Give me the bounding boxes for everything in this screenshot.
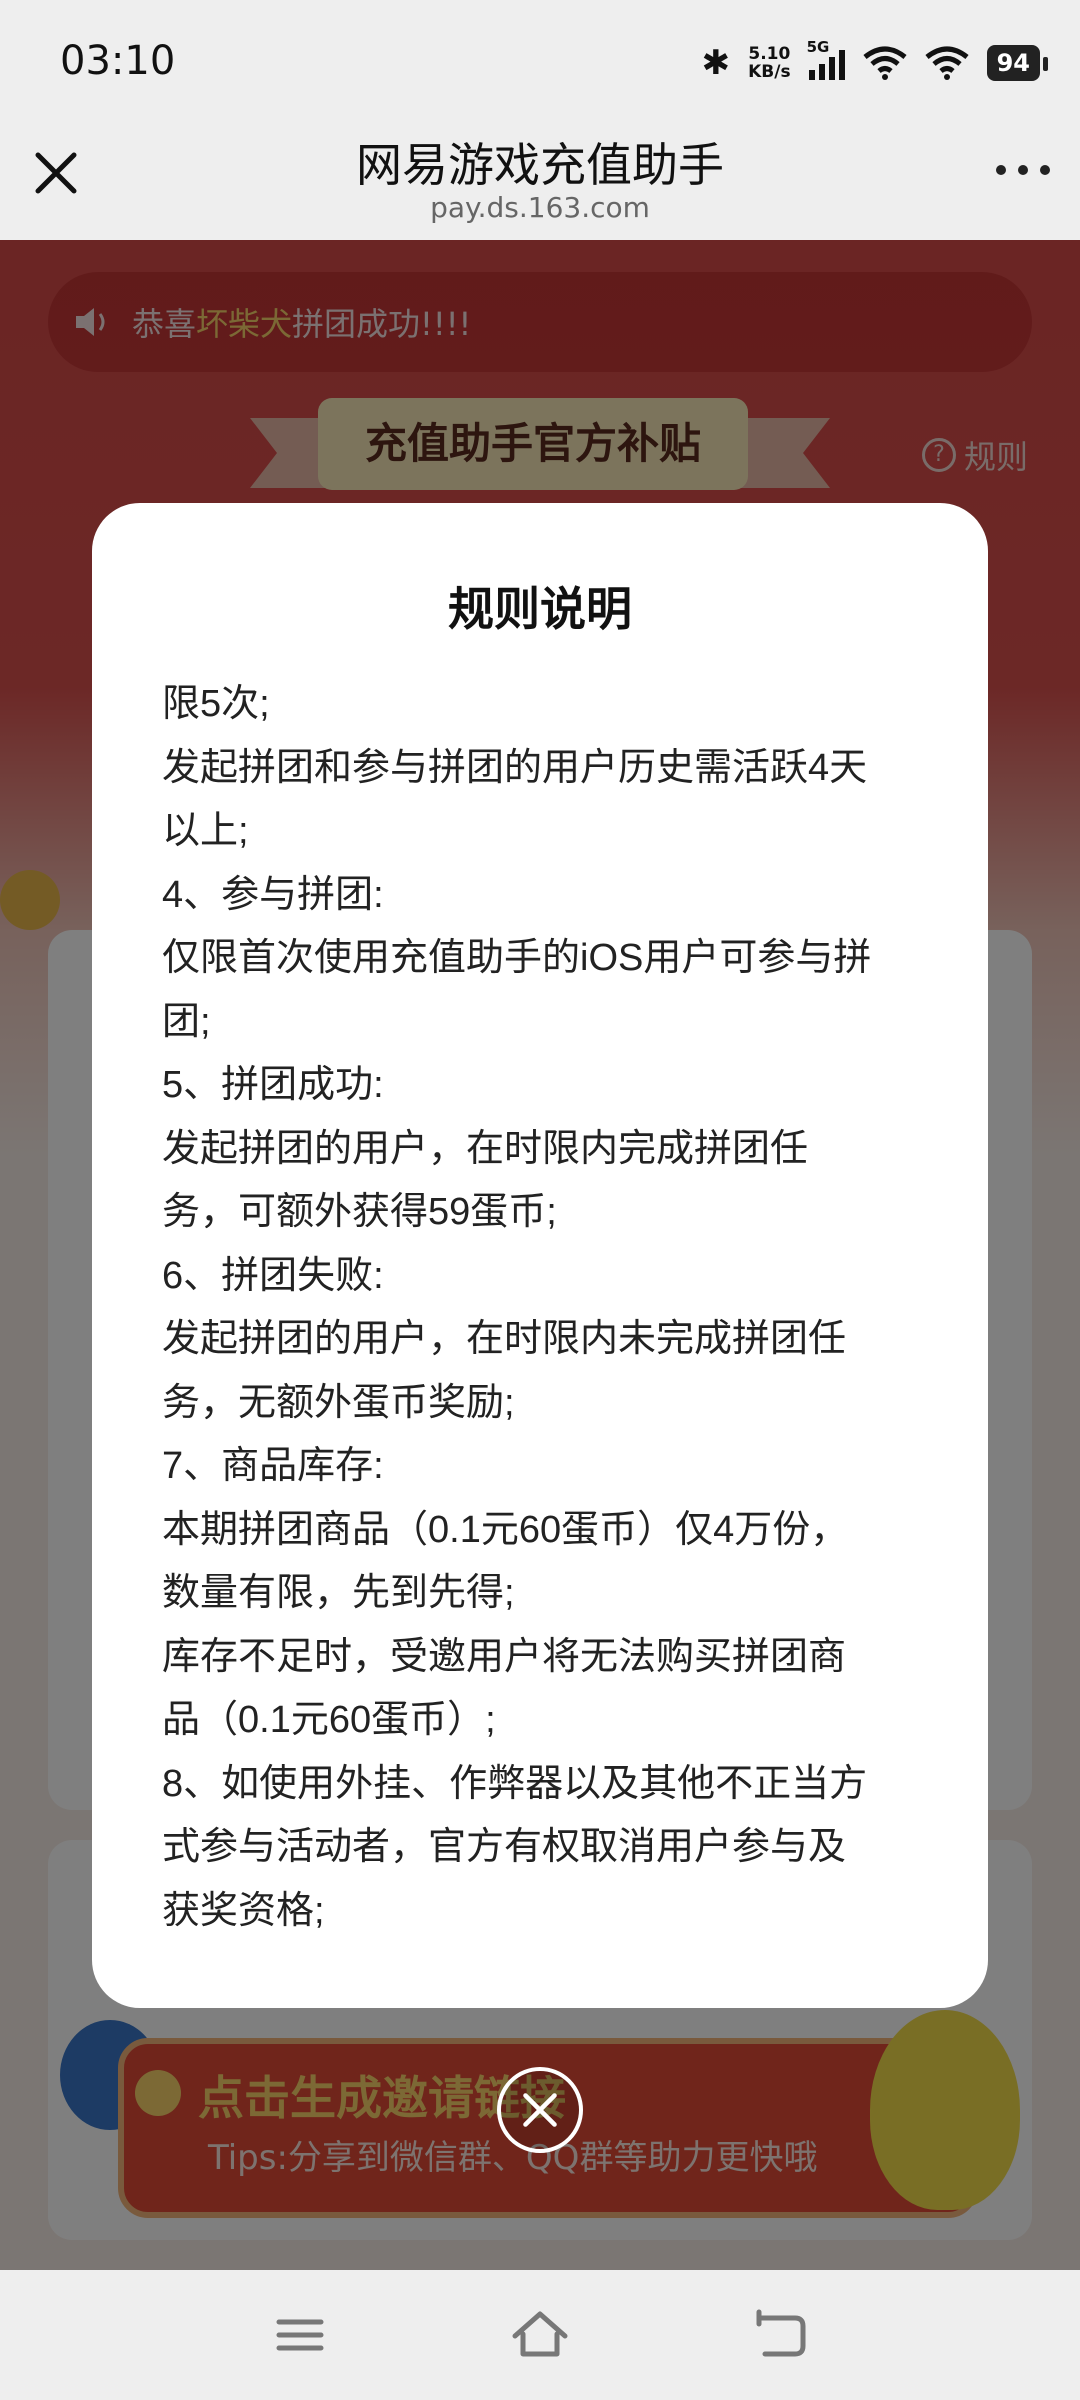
- rule-line: 团;: [162, 1000, 211, 1043]
- back-icon[interactable]: [745, 2300, 815, 2370]
- more-dot: [1018, 165, 1028, 175]
- rule-line: 获奖资格;: [162, 1889, 325, 1932]
- rule-line: 务，无额外蛋币奖励;: [162, 1381, 515, 1424]
- rule-line: 数量有限，先到先得;: [162, 1572, 515, 1614]
- rule-line: 8、如使用外挂、作弊器以及其他不正当方: [162, 1762, 868, 1805]
- rules-dialog: 规则说明 限5次; 发起拼团和参与拼团的用户历史需活跃4天 以上; 4、参与拼团: 仅限…: [92, 503, 988, 2008]
- rule-line: 5、拼团成功:: [162, 1064, 384, 1106]
- home-icon[interactable]: [505, 2300, 575, 2370]
- rule-line: 限5次;: [162, 683, 270, 725]
- rule-line: 本期拼团商品（0.1元60蛋币）仅4万份，: [162, 1508, 849, 1551]
- rule-line: 发起拼团和参与拼团的用户历史需活跃4天: [162, 746, 868, 789]
- rule-line: 发起拼团的用户，在时限内完成拼团任: [162, 1127, 809, 1170]
- rule-line: 务，可额外获得59蛋币;: [162, 1191, 557, 1233]
- network-speed-unit: KB/s: [748, 62, 791, 82]
- more-dot: [996, 165, 1006, 175]
- rule-line: 4、参与拼团:: [162, 873, 384, 916]
- rule-line: 仅限首次使用充值助手的iOS用户可参与拼: [162, 937, 872, 979]
- rule-line: 以上;: [162, 810, 249, 852]
- network-speed-value: 5.10: [748, 44, 791, 64]
- signal-bar: [828, 57, 835, 80]
- signal-icon: 5G: [807, 38, 845, 80]
- wifi-icon: [925, 46, 969, 80]
- network-speed: 5.10 KB/s: [748, 45, 790, 81]
- bluetooth-icon: ✱: [701, 43, 731, 83]
- more-dot: [1040, 165, 1050, 175]
- rule-line: 发起拼团的用户，在时限内未完成拼团任: [162, 1318, 847, 1360]
- rule-line: 7、商品库存:: [162, 1445, 384, 1487]
- rule-line: 6、拼团失败:: [162, 1254, 384, 1297]
- close-dialog-button[interactable]: [497, 2067, 583, 2153]
- signal-bar: [838, 50, 845, 80]
- browser-header: 网易游戏充值助手 pay.ds.163.com: [0, 125, 1080, 240]
- rules-text: 限5次; 发起拼团和参与拼团的用户历史需活跃4天 以上; 4、参与拼团: 仅限首次使用充…: [162, 673, 922, 1943]
- wifi-icon: [863, 46, 907, 80]
- dialog-title: 规则说明: [448, 582, 632, 636]
- rule-line: 库存不足时，受邀用户将无法购买拼团商: [162, 1635, 847, 1678]
- status-bar: 03:10 ✱ 5.10 KB/s 5G 94: [0, 0, 1080, 125]
- status-icons: ✱ 5.10 KB/s 5G 94: [701, 38, 1049, 88]
- page-title: 网易游戏充值助手: [356, 139, 724, 191]
- page-url: pay.ds.163.com: [430, 191, 650, 224]
- battery-icon: 94: [986, 45, 1049, 81]
- clock: 03:10: [60, 38, 176, 84]
- signal-bar: [818, 64, 825, 80]
- rule-line: 品（0.1元60蛋币）;: [162, 1699, 496, 1741]
- signal-bar: [808, 70, 815, 80]
- system-nav-bar: [0, 2270, 1080, 2400]
- more-icon[interactable]: [996, 165, 1050, 175]
- menu-icon[interactable]: [265, 2300, 335, 2370]
- rule-line: 式参与活动者，官方有权取消用户参与及: [162, 1826, 847, 1868]
- network-type: 5G: [806, 38, 830, 56]
